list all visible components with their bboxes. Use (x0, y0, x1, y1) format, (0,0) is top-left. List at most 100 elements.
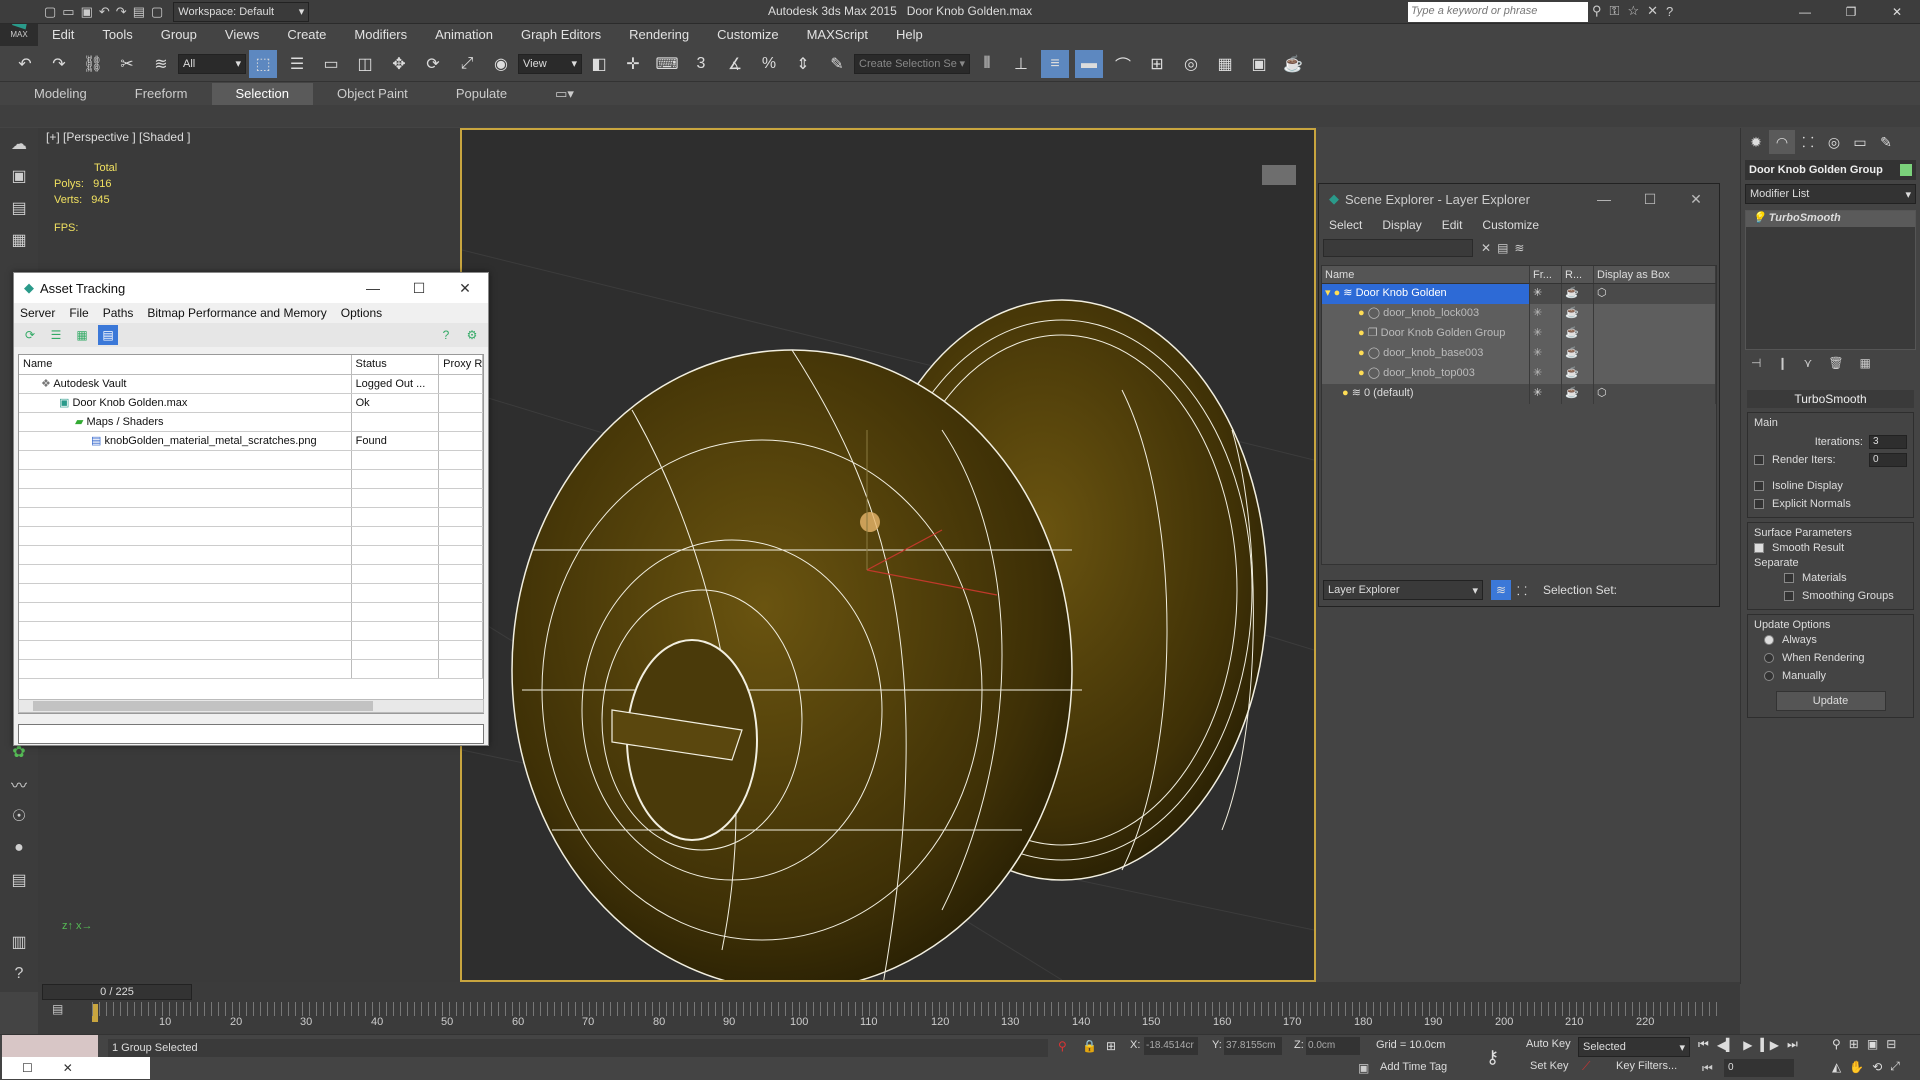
time-tag-icon[interactable]: ▣ (1358, 1061, 1369, 1075)
named-selection-sets-select[interactable]: Create Selection Se ▾ (854, 53, 970, 74)
track-bar-menu-icon[interactable]: ▤ (52, 1002, 76, 1022)
play-icon[interactable]: ▶ (1743, 1038, 1752, 1052)
scene-search-input[interactable] (1323, 239, 1473, 257)
table-row[interactable]: ❖ Autodesk Vault Logged Out ... (19, 375, 483, 394)
key-icon[interactable]: ⚷ (1486, 1047, 1499, 1068)
list-item[interactable]: ● ◯ door_knob_base003 ✳ ☕ (1322, 344, 1716, 364)
auto-key-button[interactable]: Auto Key (1526, 1038, 1571, 1050)
configure-sets-icon[interactable]: ▦ (1860, 356, 1871, 370)
materials-checkbox[interactable] (1784, 573, 1794, 583)
modifier-list-select[interactable]: Modifier List ▾ (1745, 184, 1916, 204)
snap-3d-icon[interactable]: 3 (687, 50, 715, 78)
scene-menu-select[interactable]: Select (1329, 218, 1362, 232)
selection-filter-select[interactable]: All ▾ (178, 53, 246, 74)
spinner-snap-icon[interactable]: ⇕ (789, 50, 817, 78)
table-view-icon[interactable]: ▤ (98, 325, 118, 345)
freeze-icon[interactable]: ✳ (1530, 364, 1562, 384)
key-selected-select[interactable]: Selected ▾ (1578, 1037, 1690, 1057)
mini-restore-icon[interactable]: ☐ (22, 1061, 33, 1075)
asset-tracking-titlebar[interactable]: ◆ Asset Tracking — ☐ ✕ (14, 273, 488, 303)
time-slider[interactable]: 0 / 225 (38, 982, 1740, 1002)
mirror-icon[interactable]: ⫴ (973, 50, 1001, 78)
absolute-mode-icon[interactable]: ⊞ (1106, 1039, 1116, 1053)
key-mode-icon[interactable]: ⏮ (1702, 1061, 1713, 1076)
asset-path-input[interactable] (18, 724, 484, 744)
curve-editor-icon[interactable]: ⌒ (1109, 50, 1137, 78)
menu-create[interactable]: Create (273, 24, 340, 46)
current-frame-field[interactable]: 0 (1724, 1059, 1794, 1077)
object-color-swatch[interactable] (1900, 164, 1912, 176)
box-icon[interactable]: ⬡ (1594, 284, 1716, 304)
place-icon[interactable]: ◉ (487, 50, 515, 78)
column-display-as-box[interactable]: Display as Box (1594, 266, 1716, 283)
time-slider-thumb[interactable]: 0 / 225 (42, 984, 192, 1000)
pin-stack-icon[interactable]: ⊣ (1751, 356, 1761, 370)
manipulate-icon[interactable]: ✛ (619, 50, 647, 78)
list-item[interactable]: ▾ ● ≋ Door Knob Golden ✳ ☕ ⬡ (1322, 284, 1716, 304)
find-icon[interactable]: ▤ (1497, 241, 1508, 255)
menu-group[interactable]: Group (147, 24, 211, 46)
viewport-layout-icon[interactable]: ☁ (0, 128, 38, 160)
smoothing-groups-checkbox[interactable] (1784, 591, 1794, 601)
lock-selection-icon[interactable]: 🔒 (1082, 1039, 1097, 1053)
asset-menu-options[interactable]: Options (341, 306, 382, 320)
menu-views[interactable]: Views (211, 24, 273, 46)
hierarchy-tab-icon[interactable]: ⸬ (1795, 130, 1821, 154)
redo-icon[interactable]: ↷ (45, 50, 73, 78)
toggle-ribbon-icon[interactable]: ▬ (1075, 49, 1103, 78)
light-bulb-icon[interactable]: ▾ ● (1325, 287, 1343, 299)
y-coordinate-field[interactable]: 37.8155cm (1224, 1037, 1282, 1055)
select-by-name-icon[interactable]: ☰ (283, 50, 311, 78)
zoom-extents-all-icon[interactable]: ⊟ (1886, 1037, 1896, 1051)
scene-menu-edit[interactable]: Edit (1442, 218, 1463, 232)
make-unique-icon[interactable]: ⋎ (1804, 356, 1813, 370)
render-iters-spinner[interactable]: 0 (1869, 453, 1907, 467)
scrollbar-thumb[interactable] (33, 701, 373, 711)
show-end-result-icon[interactable]: ❙ (1777, 356, 1787, 370)
table-row[interactable]: ▰ Maps / Shaders (19, 413, 483, 432)
render-icon[interactable]: ☕ (1562, 284, 1594, 304)
table-row[interactable]: ▤ knobGolden_material_metal_scratches.pn… (19, 432, 483, 451)
help-icon[interactable]: ? (1666, 4, 1673, 19)
unlink-icon[interactable]: ✂ (113, 50, 141, 78)
angle-snap-icon[interactable]: ∡ (721, 50, 749, 78)
create-tab-icon[interactable]: ✹ (1743, 130, 1769, 154)
isolate-icon[interactable]: ⚲ (1058, 1039, 1067, 1053)
asset-maximize-button[interactable]: ☐ (396, 280, 442, 297)
close-button[interactable]: ✕ (1874, 5, 1920, 19)
menu-edit[interactable]: Edit (38, 24, 88, 46)
grid-icon[interactable]: ▦ (0, 224, 38, 256)
scene-maximize-button[interactable]: ☐ (1627, 191, 1673, 208)
track-bar[interactable]: ▤ 10 20 30 40 50 60 70 80 90 100 110 120… (38, 1002, 1740, 1034)
list-item[interactable]: ● ❐ Door Knob Golden Group ✳ ☕ (1322, 324, 1716, 344)
manually-radio[interactable] (1764, 671, 1774, 681)
freeze-icon[interactable]: ✳ (1530, 284, 1562, 304)
perspective-viewport[interactable] (460, 128, 1316, 991)
scene-minimize-button[interactable]: — (1581, 191, 1627, 208)
subscription-icon[interactable]: ⚿ (1610, 3, 1620, 19)
percent-snap-icon[interactable]: % (755, 50, 783, 78)
left-help-icon[interactable]: ? (0, 958, 38, 990)
column-render[interactable]: R... (1562, 266, 1594, 283)
light-bulb-icon[interactable]: ● (1358, 367, 1368, 379)
remove-modifier-icon[interactable]: 🗑 (1828, 356, 1843, 370)
bind-space-warp-icon[interactable]: ≋ (147, 50, 175, 78)
field-of-view-icon[interactable]: ◭ (1832, 1060, 1841, 1074)
render-icon[interactable]: ☕ (1562, 304, 1594, 324)
star-icon[interactable]: ☆ (1627, 3, 1639, 19)
mini-close-icon[interactable]: ✕ (63, 1061, 73, 1075)
sphere-icon[interactable]: ● (0, 832, 38, 864)
tab-object-paint[interactable]: Object Paint (313, 83, 432, 105)
maxscript-listener[interactable] (2, 1035, 98, 1057)
light-bulb-icon[interactable]: ● (1342, 387, 1352, 399)
asset-menu-bitmap[interactable]: Bitmap Performance and Memory (147, 306, 326, 320)
column-status[interactable]: Status (352, 355, 440, 374)
refresh-icon[interactable]: ⟳ (20, 325, 40, 345)
update-button[interactable]: Update (1775, 691, 1886, 711)
select-object-icon[interactable]: ⬚ (249, 49, 277, 78)
menu-modifiers[interactable]: Modifiers (340, 24, 421, 46)
open-file-icon[interactable]: ▭ (62, 4, 74, 20)
clear-search-icon[interactable]: ✕ (1481, 241, 1491, 255)
stack-item-turbosmooth[interactable]: 💡 TurboSmooth (1746, 211, 1915, 227)
asset-menu-server[interactable]: Server (20, 306, 55, 320)
